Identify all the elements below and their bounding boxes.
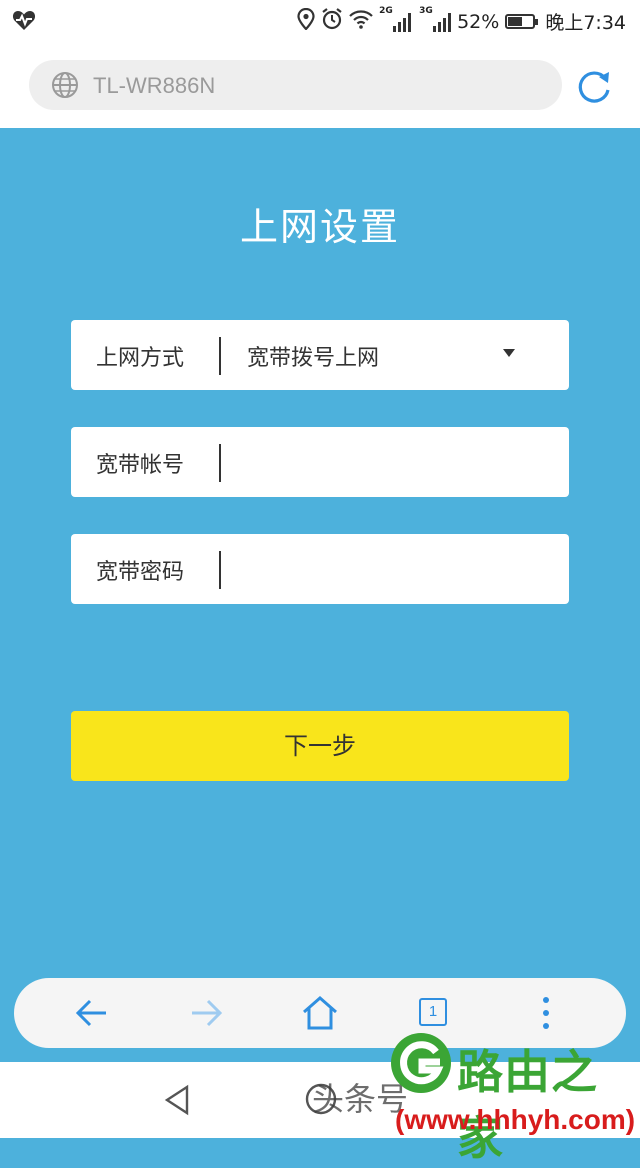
field-divider: [219, 337, 221, 375]
back-arrow-icon[interactable]: [74, 995, 110, 1035]
account-label: 宽带帐号: [96, 453, 185, 478]
battery-icon: [505, 14, 539, 29]
battery-percent: 52%: [457, 10, 500, 33]
heart-rate-icon: [12, 9, 36, 36]
account-field-row: 宽带帐号: [71, 427, 573, 497]
connection-type-select[interactable]: 上网方式 宽带拨号上网: [71, 320, 569, 390]
page-title: 上网设置: [239, 205, 400, 249]
status-time: 晚上7:34: [545, 12, 626, 34]
wifi-icon: [349, 9, 373, 34]
location-icon: [297, 7, 315, 35]
home-icon[interactable]: [301, 995, 339, 1035]
reload-icon[interactable]: [575, 68, 613, 110]
browser-address-bar: TL-WR886N: [0, 44, 640, 128]
password-input[interactable]: [223, 544, 573, 594]
watermark-logo-icon: [388, 1030, 454, 1100]
signal-2g-icon: 2G: [379, 6, 412, 32]
more-menu-icon[interactable]: [540, 995, 552, 1035]
password-label: 宽带密码: [96, 560, 185, 585]
connection-type-value[interactable]: 宽带拨号上网: [247, 340, 379, 372]
connection-type-label: 上网方式: [96, 346, 185, 371]
next-step-button[interactable]: 下一步: [71, 711, 569, 781]
watermark-brand: 路由之家: [457, 1045, 598, 1165]
globe-icon: [51, 71, 79, 103]
account-input[interactable]: [223, 437, 573, 487]
status-bar: 2G 3G 52% 晚上7:34: [0, 0, 640, 44]
field-divider: [219, 444, 221, 482]
dropdown-arrow-icon[interactable]: [503, 349, 515, 357]
alarm-icon: [321, 8, 343, 35]
password-field-row: 宽带密码: [71, 534, 573, 604]
network-type-2g: 2G: [379, 5, 393, 16]
watermark-url: (www.hhhyh.com): [395, 1104, 636, 1135]
tabs-icon[interactable]: 1: [419, 998, 447, 1026]
url-field[interactable]: TL-WR886N: [29, 60, 562, 110]
forward-arrow-icon[interactable]: [188, 995, 224, 1035]
battery-level: [508, 17, 522, 26]
network-type-3g: 3G: [419, 5, 433, 16]
url-text[interactable]: TL-WR886N: [93, 73, 215, 99]
field-divider: [219, 551, 221, 589]
signal-3g-icon: 3G: [419, 6, 452, 32]
nav-back-icon[interactable]: [163, 1084, 191, 1120]
